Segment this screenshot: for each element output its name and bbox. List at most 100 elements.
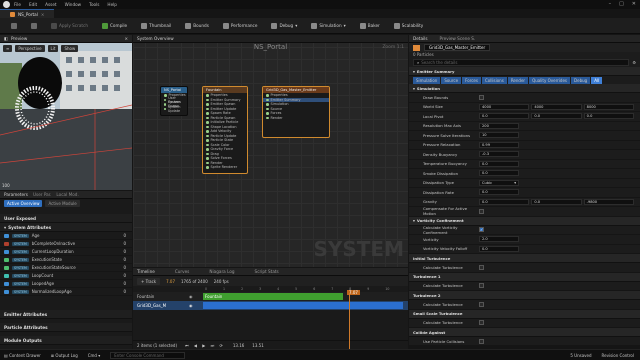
current-time-readout[interactable]: 7.07 bbox=[166, 279, 175, 284]
add-track-button[interactable]: + Track bbox=[137, 277, 161, 285]
close-icon[interactable]: ✕ bbox=[632, 1, 636, 7]
unsaved-indicator[interactable]: 5 Unsaved bbox=[570, 353, 591, 358]
lit-button[interactable]: Lit bbox=[47, 45, 59, 52]
details-search-input[interactable]: ⌕ Search the details bbox=[413, 59, 630, 66]
emitter-name-field[interactable]: Grid3D_Gas_Master_Emitter bbox=[424, 44, 491, 51]
baker-button[interactable]: Baker bbox=[355, 21, 385, 31]
particle-attributes-category[interactable]: Particle Attributes bbox=[0, 323, 132, 332]
transport-controls[interactable]: ⏮ ◀ ▶ ⏭ ⟳ bbox=[185, 343, 225, 348]
field-value[interactable]: 2.0 bbox=[479, 236, 519, 243]
filter-quality-overrides[interactable]: Quality Overrides bbox=[529, 76, 571, 84]
perspective-button[interactable]: Perspective bbox=[15, 45, 45, 52]
track-toggle-icon[interactable]: ◉ bbox=[189, 294, 203, 299]
tab-timeline[interactable]: Timeline bbox=[137, 269, 155, 274]
tab-details[interactable]: Details bbox=[413, 36, 428, 41]
node-row[interactable]: System Update bbox=[161, 105, 187, 113]
checkbox[interactable] bbox=[479, 283, 484, 289]
node-row[interactable]: Render bbox=[263, 116, 329, 121]
world-size-z[interactable]: 8000 bbox=[583, 103, 634, 110]
filter-simulation[interactable]: Simulation bbox=[413, 76, 441, 84]
world-size-y[interactable]: 4000 bbox=[531, 103, 582, 110]
system-attributes-category[interactable]: ▾ System Attributes bbox=[0, 223, 132, 232]
turbulence-2-section[interactable]: Turbulence 2 bbox=[409, 291, 640, 300]
menu-tools[interactable]: Tools bbox=[89, 2, 99, 7]
apply-scratch-button[interactable]: Apply Scratch bbox=[46, 21, 93, 31]
minimize-icon[interactable]: – bbox=[609, 1, 612, 7]
param-row[interactable]: SYSTEM NormalizedLoopAge 0 bbox=[0, 288, 132, 296]
gravity-x[interactable]: 0.0 bbox=[479, 198, 530, 205]
field-value[interactable]: 0.99 bbox=[479, 141, 519, 148]
compile-button[interactable]: Compile bbox=[97, 21, 132, 31]
emitter-summary-section[interactable]: ▾ Emitter Summary bbox=[409, 67, 640, 76]
fps-selector[interactable]: 240 fps bbox=[214, 279, 229, 284]
track-bar-fountain[interactable]: Fountain bbox=[203, 293, 343, 300]
emitter-attributes-category[interactable]: Emitter Attributes bbox=[0, 310, 132, 319]
cmd-dropdown[interactable]: Cmd ▾ bbox=[88, 353, 101, 358]
performance-button[interactable]: Performance bbox=[218, 21, 263, 31]
field-value[interactable]: -0.3 bbox=[479, 151, 519, 158]
menu-edit[interactable]: Edit bbox=[29, 2, 37, 7]
field-value[interactable]: 10 bbox=[479, 132, 519, 139]
checkbox[interactable] bbox=[479, 264, 484, 270]
track-row-gas[interactable]: Grid3D_Gas_M ◉ bbox=[133, 301, 408, 310]
track-toggle-icon[interactable]: ◉ bbox=[189, 303, 203, 308]
collide-against-section[interactable]: Collide Against bbox=[409, 328, 640, 337]
param-row[interactable]: SYSTEM Age 0 bbox=[0, 232, 132, 240]
checkbox[interactable] bbox=[479, 301, 484, 307]
module-outputs-category[interactable]: Module Outputs bbox=[0, 336, 132, 345]
tab-ns-portal[interactable]: NS_Portal × bbox=[0, 9, 55, 18]
content-drawer-button[interactable]: ▤ Content Drawer bbox=[4, 353, 41, 358]
user-exposed-category[interactable]: User Exposed bbox=[0, 214, 132, 223]
local-pivot-z[interactable]: 0.0 bbox=[583, 113, 634, 120]
active-overview-button[interactable]: Active Overview bbox=[4, 200, 43, 207]
filter-collisions[interactable]: Collisions bbox=[481, 76, 507, 84]
gravity-z[interactable]: -9800 bbox=[583, 198, 634, 205]
tab-parameters[interactable]: Parameters bbox=[4, 192, 28, 197]
field-value[interactable]: 0.0 bbox=[479, 160, 519, 167]
initial-turbulence-section[interactable]: Initial Turbulence bbox=[409, 254, 640, 263]
filter-render[interactable]: Render bbox=[507, 76, 529, 84]
compensate-checkbox[interactable] bbox=[479, 208, 484, 214]
system-overview-tab[interactable]: System Overview bbox=[137, 36, 174, 41]
filter-source[interactable]: Source bbox=[441, 76, 462, 84]
dissipation-type-dropdown[interactable]: Cubic ▾ bbox=[479, 179, 519, 186]
menu-help[interactable]: Help bbox=[107, 2, 117, 7]
world-size-x[interactable]: 4000 bbox=[479, 103, 530, 110]
debug-button[interactable]: Debug ▾ bbox=[266, 21, 302, 31]
checkbox[interactable] bbox=[479, 338, 484, 344]
filter-debug[interactable]: Debug bbox=[571, 76, 591, 84]
param-row[interactable]: SYSTEM ExecutionState 0 bbox=[0, 256, 132, 264]
local-pivot-x[interactable]: 0.0 bbox=[479, 113, 530, 120]
save-button[interactable] bbox=[6, 21, 22, 31]
draw-bounds-checkbox[interactable] bbox=[479, 94, 484, 100]
node-row[interactable]: Sprite Renderer bbox=[203, 165, 247, 170]
node-system[interactable]: NS_Portal Properties User Params System … bbox=[160, 86, 188, 116]
menu-file[interactable]: File bbox=[14, 2, 21, 7]
tab-script-stats[interactable]: Script Stats bbox=[255, 269, 279, 274]
track-bar-gas[interactable] bbox=[203, 302, 403, 309]
checkbox[interactable] bbox=[479, 320, 484, 326]
simulation-button[interactable]: Simulation ▾ bbox=[306, 21, 350, 31]
tab-niagara-log[interactable]: Niagara Log bbox=[209, 269, 234, 274]
unreal-logo-icon[interactable] bbox=[3, 1, 10, 8]
tab-user-parameters[interactable]: User Par. bbox=[33, 192, 51, 197]
field-value[interactable]: 0.0 bbox=[479, 245, 519, 252]
vorticity-checkbox[interactable]: ✓ bbox=[479, 227, 484, 233]
viewport-options-button[interactable]: ≡ bbox=[3, 45, 13, 52]
field-value[interactable]: 200 bbox=[479, 122, 519, 129]
gear-icon[interactable]: ⚙ bbox=[632, 60, 636, 65]
thumbnail-button[interactable]: Thumbnail bbox=[136, 21, 176, 31]
param-row[interactable]: SYSTEM bCompleteOnInactive 0 bbox=[0, 240, 132, 248]
tab-curves[interactable]: Curves bbox=[175, 269, 190, 274]
filter-all[interactable]: All bbox=[591, 76, 603, 84]
field-value[interactable]: 0.0 bbox=[479, 170, 519, 177]
browse-button[interactable] bbox=[26, 21, 42, 31]
track-row-fountain[interactable]: Fountain ◉ Fountain bbox=[133, 292, 408, 301]
param-row[interactable]: SYSTEM ExecutionStateSource 0 bbox=[0, 264, 132, 272]
simulation-section[interactable]: ▾ Simulation bbox=[409, 84, 640, 93]
local-pivot-y[interactable]: 0.0 bbox=[531, 113, 582, 120]
turbulence-1-section[interactable]: Turbulence 1 bbox=[409, 272, 640, 282]
param-row[interactable]: SYSTEM LoopCount 0 bbox=[0, 272, 132, 280]
param-row[interactable]: SYSTEM LoopedAge 0 bbox=[0, 280, 132, 288]
small-scale-turbulence-section[interactable]: Small Scale Turbulence bbox=[409, 309, 640, 319]
